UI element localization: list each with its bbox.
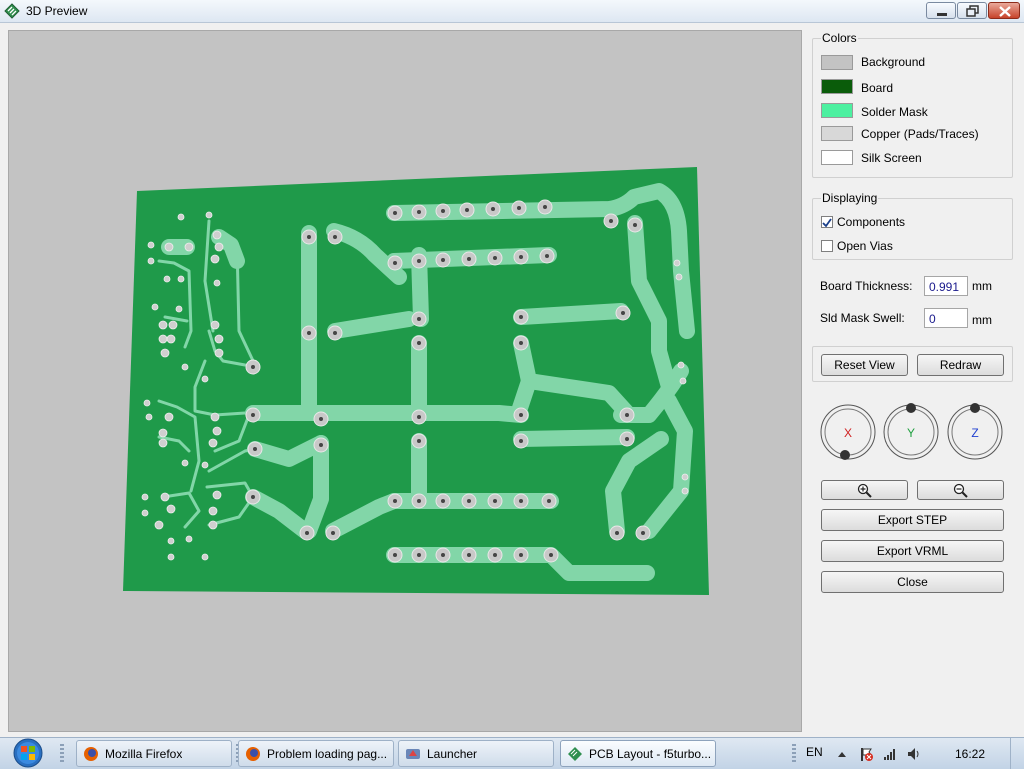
- taskbar-item-problem-loading[interactable]: Problem loading pag...: [238, 740, 394, 767]
- taskbar-grip: [60, 744, 64, 764]
- redraw-button[interactable]: Redraw: [917, 354, 1004, 376]
- window-title: 3D Preview: [26, 4, 88, 18]
- zoom-in-button[interactable]: [821, 480, 908, 500]
- silk-screen-color-swatch[interactable]: [821, 150, 853, 165]
- silk-screen-color-label: Silk Screen: [861, 151, 922, 165]
- x-axis-label: X: [844, 426, 852, 440]
- taskbar-item-firefox[interactable]: Mozilla Firefox: [76, 740, 232, 767]
- volume-icon[interactable]: [906, 746, 922, 762]
- board-thickness-label: Board Thickness:: [820, 279, 913, 293]
- close-icon: [999, 6, 1011, 17]
- taskbar-item-pcb-layout[interactable]: PCB Layout - f5turbo...: [560, 740, 716, 767]
- solder-mask-color-label: Solder Mask: [861, 105, 928, 119]
- taskbar-grip: [792, 744, 796, 764]
- minimize-button[interactable]: [926, 2, 956, 19]
- displaying-group: Displaying Components Open Vias: [812, 191, 1013, 260]
- launcher-icon: [406, 749, 420, 759]
- pcb-icon: [568, 747, 582, 761]
- x-axis-rotate-control[interactable]: X: [820, 402, 880, 462]
- firefox-icon: [84, 747, 98, 761]
- board-thickness-unit: mm: [972, 279, 992, 293]
- checkmark-icon: [822, 218, 832, 228]
- firefox-icon: [246, 747, 260, 761]
- copper-color-label: Copper (Pads/Traces): [861, 127, 979, 141]
- pcb-3d-render: [123, 167, 709, 595]
- restore-button[interactable]: [957, 2, 987, 19]
- taskbar-item-launcher[interactable]: Launcher: [398, 740, 554, 767]
- colors-group: Colors Background Board Solder Mask Copp…: [812, 31, 1013, 178]
- start-button[interactable]: [6, 738, 48, 769]
- language-indicator[interactable]: EN: [806, 745, 823, 759]
- reset-view-button[interactable]: Reset View: [821, 354, 908, 376]
- components-label: Components: [837, 215, 906, 229]
- sld-mask-swell-unit: mm: [972, 313, 992, 327]
- export-step-button[interactable]: Export STEP: [821, 509, 1004, 531]
- y-axis-rotate-control[interactable]: Y: [883, 402, 943, 462]
- background-color-swatch[interactable]: [821, 55, 853, 70]
- sld-mask-swell-input[interactable]: 0: [924, 308, 968, 328]
- close-window-button[interactable]: [988, 2, 1020, 19]
- 3d-viewport[interactable]: [8, 30, 802, 732]
- copper-color-swatch[interactable]: [821, 126, 853, 141]
- export-vrml-button[interactable]: Export VRML: [821, 540, 1004, 562]
- zoom-out-icon: [953, 483, 968, 498]
- clock[interactable]: 16:22: [955, 747, 985, 761]
- taskbar-item-label: PCB Layout - f5turbo...: [589, 747, 711, 761]
- background-color-label: Background: [861, 55, 926, 69]
- zoom-out-button[interactable]: [917, 480, 1004, 500]
- taskbar-item-label: Mozilla Firefox: [105, 747, 183, 761]
- open-vias-label: Open Vias: [837, 239, 893, 253]
- taskbar-item-label: Launcher: [427, 747, 478, 761]
- z-axis-label: Z: [971, 426, 978, 440]
- board-color-label: Board: [861, 81, 894, 95]
- y-axis-label: Y: [907, 426, 915, 440]
- show-hidden-icons-icon[interactable]: [834, 746, 850, 762]
- taskbar-item-label: Problem loading pag...: [267, 747, 388, 761]
- control-panel: Colors Background Board Solder Mask Copp…: [806, 24, 1024, 736]
- network-signal-icon[interactable]: [882, 746, 898, 762]
- components-checkbox[interactable]: [821, 216, 833, 228]
- pcb-app-icon: [4, 3, 20, 19]
- colors-group-title: Colors: [821, 31, 858, 45]
- board-color-swatch[interactable]: [821, 79, 853, 94]
- zoom-in-icon: [857, 483, 872, 498]
- minimize-icon: [937, 13, 947, 16]
- z-axis-rotate-control[interactable]: Z: [947, 402, 1007, 462]
- solder-mask-color-swatch[interactable]: [821, 103, 853, 118]
- taskbar: Mozilla Firefox Problem loading pag... L…: [0, 737, 1024, 769]
- displaying-group-title: Displaying: [821, 191, 879, 205]
- close-button[interactable]: Close: [821, 571, 1004, 593]
- board-thickness-input[interactable]: 0.991: [924, 276, 968, 296]
- action-center-flag-icon[interactable]: [858, 746, 874, 762]
- restore-icon: [966, 5, 979, 17]
- open-vias-checkbox[interactable]: [821, 240, 833, 252]
- title-bar: 3D Preview: [0, 0, 1024, 23]
- show-desktop-button[interactable]: [1010, 738, 1024, 769]
- sld-mask-swell-label: Sld Mask Swell:: [820, 311, 905, 325]
